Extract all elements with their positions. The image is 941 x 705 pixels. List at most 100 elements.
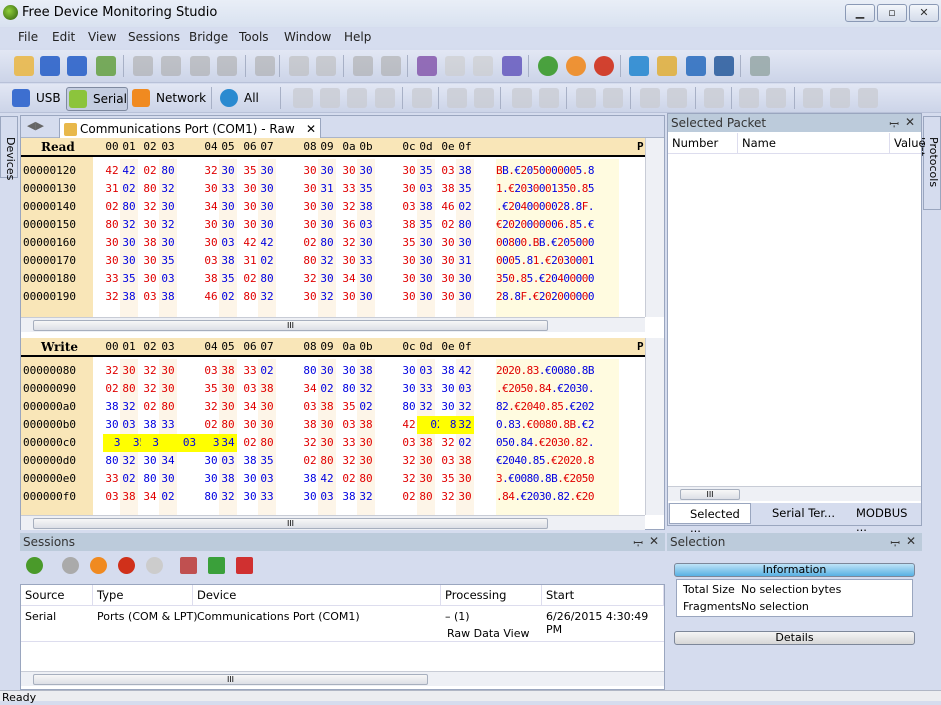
hex-byte[interactable]: 03 <box>202 362 220 380</box>
hex-byte[interactable]: 32 <box>141 362 159 380</box>
hex-byte[interactable]: 38 <box>103 398 121 416</box>
hex-byte[interactable]: 34 <box>301 380 319 398</box>
hex-byte[interactable]: 30 <box>318 270 336 288</box>
ascii-text[interactable]: 00800.BB.€205000 <box>496 234 619 252</box>
devices-panel-tab[interactable]: Devices <box>0 116 18 180</box>
hex-byte[interactable]: 30 <box>159 234 177 252</box>
hex-byte[interactable]: 03 <box>417 180 435 198</box>
ascii-text[interactable]: 3.€0080.8B.€2050 <box>496 470 619 488</box>
hex-byte[interactable]: 02 <box>439 216 457 234</box>
ascii-text[interactable]: 1.€2030001350.85 <box>496 180 619 198</box>
hex-byte[interactable]: 33 <box>417 380 435 398</box>
hex-byte[interactable]: 34 <box>141 488 159 506</box>
hex-byte[interactable]: 80 <box>318 452 336 470</box>
hex-byte[interactable]: 33 <box>241 362 259 380</box>
hex-byte[interactable]: 30 <box>103 252 121 270</box>
hex-byte[interactable]: 03 <box>120 416 138 434</box>
hex-byte[interactable]: 30 <box>141 216 159 234</box>
hex-byte[interactable]: 03 <box>241 380 259 398</box>
hex-byte[interactable]: 30 <box>456 470 474 488</box>
hex-byte[interactable]: 35 <box>439 470 457 488</box>
hex-byte[interactable]: 30 <box>357 234 375 252</box>
hex-byte[interactable]: 03 <box>219 452 237 470</box>
close-tab-icon[interactable]: ✕ <box>306 122 316 136</box>
hex-byte[interactable]: 03 <box>400 198 418 216</box>
session-row[interactable]: Serial Ports (COM & LPT) Communications Po… <box>21 606 664 642</box>
hex-byte[interactable]: 30 <box>241 216 259 234</box>
connect-icon[interactable] <box>629 56 649 76</box>
hex-byte[interactable]: 80 <box>219 416 237 434</box>
select-all-icon[interactable] <box>255 56 275 76</box>
hex-byte[interactable]: 02 <box>456 198 474 216</box>
hex-byte[interactable]: 30 <box>301 288 319 306</box>
hex-byte[interactable]: 30 <box>258 198 276 216</box>
hex-byte[interactable]: 03 <box>439 452 457 470</box>
save-log-icon[interactable] <box>502 56 522 76</box>
back-icon[interactable] <box>447 88 467 108</box>
hex-byte[interactable]: 30 <box>103 416 121 434</box>
hex-byte[interactable]: 35 <box>241 162 259 180</box>
cursor-3-icon[interactable] <box>347 88 367 108</box>
hex-byte[interactable]: 30 <box>456 488 474 506</box>
hex-byte[interactable]: 02 <box>400 488 418 506</box>
hex-byte[interactable]: 38 <box>417 198 435 216</box>
hex-byte[interactable]: 30 <box>159 362 177 380</box>
column-device[interactable]: Device <box>193 585 441 605</box>
hex-byte[interactable]: 02 <box>103 198 121 216</box>
hex-byte[interactable]: 02 <box>301 234 319 252</box>
hex-byte[interactable]: 02 <box>159 488 177 506</box>
menu-bridge[interactable]: Bridge <box>189 30 228 44</box>
hex-byte[interactable]: 30 <box>340 252 358 270</box>
hex-byte[interactable]: 30 <box>159 198 177 216</box>
hex-byte[interactable]: 02 <box>219 288 237 306</box>
signal-icon[interactable] <box>539 88 559 108</box>
hex-byte[interactable]: 30 <box>258 162 276 180</box>
add-icon[interactable] <box>208 557 225 574</box>
hex-byte[interactable]: 30 <box>202 470 220 488</box>
hex-byte[interactable]: 42 <box>456 362 474 380</box>
hex-byte[interactable]: 30 <box>318 416 336 434</box>
mail3-icon[interactable] <box>858 88 878 108</box>
hex-byte[interactable]: 33 <box>340 434 358 452</box>
hex-byte[interactable]: 30 <box>417 470 435 488</box>
hex-byte[interactable]: 80 <box>456 216 474 234</box>
scroll-thumb[interactable]: III <box>33 518 548 529</box>
start-recording-icon[interactable] <box>417 56 437 76</box>
cursor-2-icon[interactable] <box>320 88 340 108</box>
ascii-text[interactable]: .€2040000028.8F. <box>496 198 619 216</box>
session-child-view[interactable]: Raw Data View <box>447 627 530 640</box>
hex-byte[interactable]: 80 <box>103 452 121 470</box>
cut-icon[interactable] <box>133 56 153 76</box>
hex-byte[interactable]: 34 <box>202 198 220 216</box>
hex-byte[interactable]: 30 <box>439 234 457 252</box>
hex-byte[interactable]: 03 <box>456 380 474 398</box>
hex-byte[interactable]: 30 <box>120 252 138 270</box>
copy-icon[interactable] <box>161 56 181 76</box>
hex-byte[interactable]: 02 <box>258 362 276 380</box>
hex-byte[interactable]: 31 <box>318 180 336 198</box>
protocol-icon[interactable] <box>512 88 532 108</box>
hex-byte[interactable]: 35 <box>417 216 435 234</box>
hex-byte[interactable]: 38 <box>219 252 237 270</box>
save-icon[interactable] <box>40 56 60 76</box>
hex-byte[interactable]: 32 <box>103 288 121 306</box>
hex-byte[interactable]: 38 <box>141 416 159 434</box>
ascii-text[interactable]: 050.84.€2030.82. <box>496 434 619 452</box>
read-hscroll[interactable]: III <box>21 317 645 332</box>
hex-byte[interactable]: 32 <box>400 470 418 488</box>
hex-byte[interactable]: 35 <box>202 380 220 398</box>
hex-byte[interactable]: 32 <box>301 434 319 452</box>
hex-byte[interactable]: 30 <box>202 452 220 470</box>
hex-byte[interactable]: 38 <box>439 362 457 380</box>
hex-byte[interactable]: 34 <box>159 452 177 470</box>
source-button-usb[interactable]: USB <box>10 87 62 111</box>
paste-icon[interactable] <box>190 56 210 76</box>
hex-byte[interactable]: 32 <box>202 398 220 416</box>
ascii-text[interactable]: 28.8F.€202000000 <box>496 288 619 306</box>
hex-byte[interactable]: 30 <box>219 162 237 180</box>
packet-hscroll[interactable]: III <box>668 486 921 501</box>
source-button-serial[interactable]: Serial <box>66 87 128 111</box>
expand-icon[interactable] <box>704 88 724 108</box>
hex-byte[interactable]: 03 <box>400 434 418 452</box>
stop-icon[interactable] <box>118 557 135 574</box>
